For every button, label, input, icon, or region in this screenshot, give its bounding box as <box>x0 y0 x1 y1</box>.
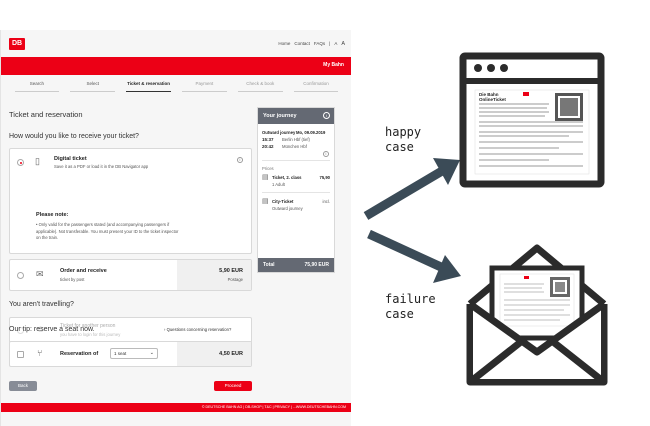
post-price: 5,90 EUR <box>219 268 243 274</box>
ticket-class: Ticket, 2. class <box>272 175 302 180</box>
arrival-station: München Hbf <box>282 144 307 149</box>
step-ticket-reservation: Ticket & reservation <box>121 78 177 94</box>
page-title: Ticket and reservation <box>9 110 83 119</box>
failure-case-arrow <box>367 229 461 283</box>
departure-station: Berlin Hbf (tief) <box>282 137 310 142</box>
post-price-label: Postage <box>227 277 243 282</box>
step-payment: Payment <box>176 78 232 94</box>
arrival-time: 20:42 <box>262 144 274 149</box>
envelope-with-ticket-icon <box>466 244 608 386</box>
proceed-button[interactable]: Proceed <box>214 381 252 391</box>
top-link-sep: | <box>329 41 331 46</box>
journey-date: Mo, 09.09.2019 <box>296 130 326 135</box>
passenger-count: 1 Adult <box>272 182 285 187</box>
city-ticket-sub: Outward journey <box>272 206 303 211</box>
journey-header: Your journey i <box>258 108 334 124</box>
ticket-price: 75,90 <box>319 175 330 180</box>
back-button[interactable]: Back <box>9 381 37 391</box>
city-ticket-label: City-Ticket <box>272 199 294 204</box>
reservation-checkbox[interactable] <box>17 351 24 358</box>
ticket-icon: ▤ <box>262 198 269 205</box>
header-bar: My Bahn <box>1 57 351 75</box>
total-label: Total <box>263 262 275 268</box>
digital-ticket-option[interactable]: ▯ Digital ticket Save it as a PDF or loa… <box>9 148 252 254</box>
step-check-book: Check & book <box>232 78 288 94</box>
city-ticket-value: incl. <box>322 199 330 204</box>
footer-links[interactable]: © DEUTSCHE BAHN AG | DB-SHOP | T&C | PRI… <box>202 405 346 409</box>
my-bahn-link[interactable]: My Bahn <box>323 62 344 68</box>
font-size-small[interactable]: A <box>334 41 337 47</box>
step-select[interactable]: Select <box>65 78 121 94</box>
reservation-price-box: 4,50 EUR <box>177 342 251 366</box>
reservation-questions-link[interactable]: › Questions concerning reservation? <box>164 327 231 332</box>
ticket-icon: ▤ <box>262 174 269 181</box>
post-price-box: 5,90 EUR Postage <box>177 260 251 290</box>
digital-ticket-subtitle: Save it as a PDF or load it in the DB Na… <box>54 164 149 169</box>
info-icon[interactable]: i <box>323 151 329 157</box>
not-travelling-heading: You aren't travelling? <box>9 301 74 308</box>
top-link-contact[interactable]: Contact <box>294 41 310 47</box>
note-title: Please note: <box>36 212 69 218</box>
top-link-home[interactable]: Home <box>278 41 290 47</box>
reservation-label: Reservation of <box>60 351 99 357</box>
digital-ticket-radio[interactable] <box>17 159 24 166</box>
delivery-question: How would you like to receive your ticke… <box>9 133 139 140</box>
seat-count-select[interactable]: 1 seat ⌄ <box>110 348 158 359</box>
outward-label: Outward journey <box>262 130 296 135</box>
divider <box>262 192 330 193</box>
failure-case-label: failure case <box>385 292 436 321</box>
happy-case-arrow <box>363 158 460 220</box>
prices-label: Prices <box>262 166 274 171</box>
top-links: Home Contact FAQs | A A <box>278 41 345 47</box>
digital-ticket-title: Digital ticket <box>54 156 87 162</box>
post-option-title: Order and receive <box>60 268 107 274</box>
step-search[interactable]: Search <box>9 78 65 94</box>
step-confirmation: Confirmation <box>288 78 344 94</box>
reservation-option[interactable]: ⑂ Reservation of 1 seat ⌄ 4,50 EUR <box>9 341 252 367</box>
tip-heading: Our tip: reserve a seat now. <box>9 326 95 333</box>
info-icon[interactable]: i <box>237 157 243 163</box>
post-ticket-option[interactable]: ✉ Order and receive ticket by post 5,90 … <box>9 259 252 291</box>
top-link-faqs[interactable]: FAQs <box>314 41 325 47</box>
note-text: • Only valid for the passengers stated (… <box>36 222 179 240</box>
post-option-subtitle: ticket by post <box>60 277 85 282</box>
journey-title: Your journey <box>263 113 297 119</box>
post-ticket-radio[interactable] <box>17 272 24 279</box>
journey-total: Total 75,90 EUR <box>258 258 334 272</box>
db-booking-page: DB Home Contact FAQs | A A My Bahn Searc… <box>0 30 351 426</box>
browser-window-icon: Die Bahn OnlineTicket <box>459 52 605 188</box>
reservation-price: 4,50 EUR <box>219 351 243 357</box>
footer-bar: © DEUTSCHE BAHN AG | DB-SHOP | T&C | PRI… <box>1 403 351 412</box>
envelope-icon: ✉ <box>36 269 44 279</box>
info-icon[interactable]: i <box>323 112 330 119</box>
phone-icon: ▯ <box>35 156 40 166</box>
chevron-down-icon: ⌄ <box>149 350 154 356</box>
progress-steps: Search Select Ticket & reservation Payme… <box>1 78 351 94</box>
happy-case-label: happy case <box>385 125 422 154</box>
db-logo: DB <box>9 38 25 50</box>
journey-summary: Your journey i Outward journey Mo, 09.09… <box>257 107 335 273</box>
divider <box>262 160 330 161</box>
font-size-large[interactable]: A <box>341 41 345 47</box>
seat-icon: ⑂ <box>37 348 43 358</box>
departure-time: 15:37 <box>262 137 274 142</box>
ticket-title: OnlineTicket <box>479 97 506 102</box>
total-value: 75,90 EUR <box>304 262 329 268</box>
